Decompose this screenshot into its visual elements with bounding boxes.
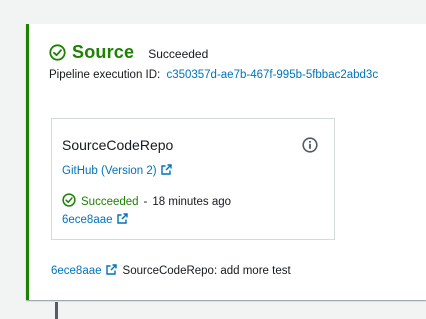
provider-link[interactable]: GitHub (Version 2) xyxy=(62,164,172,178)
stage-title-row: Source Succeeded xyxy=(49,42,378,63)
stage-footer: 6ece8aae SourceCodeRepo: add more test xyxy=(51,264,291,278)
success-check-icon xyxy=(62,193,76,210)
action-status-text: Succeeded xyxy=(81,195,139,208)
stage-header: Source Succeeded Pipeline execution ID: … xyxy=(49,42,378,81)
external-link-icon xyxy=(116,213,128,227)
execution-id-row: Pipeline execution ID: c350357d-ae7b-467… xyxy=(49,69,378,81)
external-link-icon xyxy=(160,164,172,178)
source-stage-panel: Source Succeeded Pipeline execution ID: … xyxy=(26,24,426,300)
action-card: SourceCodeRepo GitHub (Version 2) Succee… xyxy=(51,118,335,240)
commit-message: SourceCodeRepo: add more test xyxy=(122,265,291,277)
execution-id-label: Pipeline execution ID: xyxy=(49,69,161,81)
stage-status: Succeeded xyxy=(148,47,209,61)
footer-commit-link[interactable]: 6ece8aae xyxy=(51,265,102,277)
stage-connector-line xyxy=(55,302,58,319)
status-separator: - xyxy=(143,195,148,208)
action-time-ago: 18 minutes ago xyxy=(152,195,232,208)
success-check-icon xyxy=(49,44,66,61)
execution-id-link[interactable]: c350357d-ae7b-467f-995b-5fbbac2abd3c xyxy=(166,69,378,81)
provider-label: GitHub (Version 2) xyxy=(62,165,157,177)
info-icon[interactable] xyxy=(302,137,318,158)
action-commit-link[interactable]: 6ece8aae xyxy=(62,213,128,227)
external-link-icon[interactable] xyxy=(105,264,117,278)
action-name: SourceCodeRepo xyxy=(62,137,174,153)
action-commit-id: 6ece8aae xyxy=(62,214,113,226)
action-status-row: Succeeded - 18 minutes ago xyxy=(62,193,231,210)
stage-name: Source xyxy=(72,42,135,62)
